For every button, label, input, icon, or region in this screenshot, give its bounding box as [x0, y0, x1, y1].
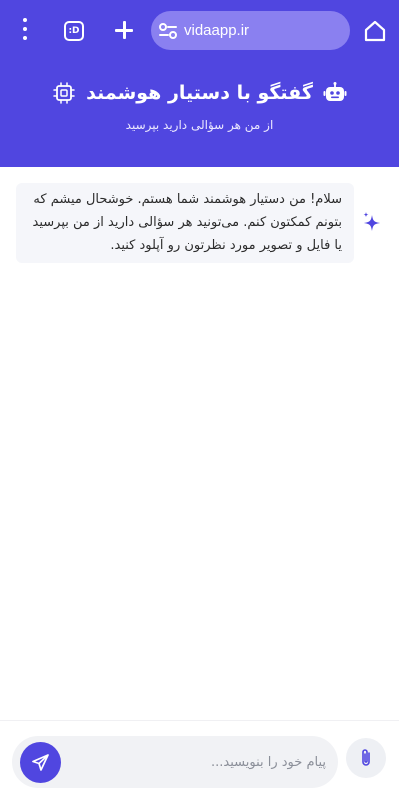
message-input-container[interactable]	[12, 736, 338, 788]
attach-button[interactable]	[346, 738, 386, 778]
paperclip-icon	[362, 749, 370, 766]
site-settings-icon[interactable]	[158, 22, 178, 40]
sparkle-icon	[363, 212, 380, 231]
url-text: vidaapp.ir	[184, 22, 250, 39]
composer	[0, 720, 399, 800]
home-icon[interactable]	[362, 18, 388, 44]
browser-toolbar: :D vidaapp.ir	[0, 0, 399, 60]
robot-icon	[323, 82, 347, 101]
header-subtitle: از من هر سؤالی دارید بپرسید	[125, 118, 274, 132]
header-title-row: گفتگو با دستیار هوشمند	[0, 78, 399, 108]
chip-icon	[53, 82, 75, 104]
new-tab-plus-icon[interactable]	[112, 18, 136, 42]
tabs-icon[interactable]: :D	[64, 21, 84, 41]
send-icon	[32, 754, 49, 771]
chat-header: گفتگو با دستیار هوشمند از من هر سؤالی دا…	[0, 60, 399, 167]
send-button[interactable]	[20, 742, 61, 783]
message-bubble: سلام! من دستیار هوشمند شما هستم. خوشحال …	[16, 183, 354, 263]
page-title: گفتگو با دستیار هوشمند	[86, 82, 313, 104]
message-list[interactable]: سلام! من دستیار هوشمند شما هستم. خوشحال …	[0, 167, 399, 720]
message-input[interactable]	[72, 748, 326, 776]
url-bar[interactable]: vidaapp.ir	[151, 11, 350, 50]
more-vert-icon[interactable]	[14, 18, 36, 44]
